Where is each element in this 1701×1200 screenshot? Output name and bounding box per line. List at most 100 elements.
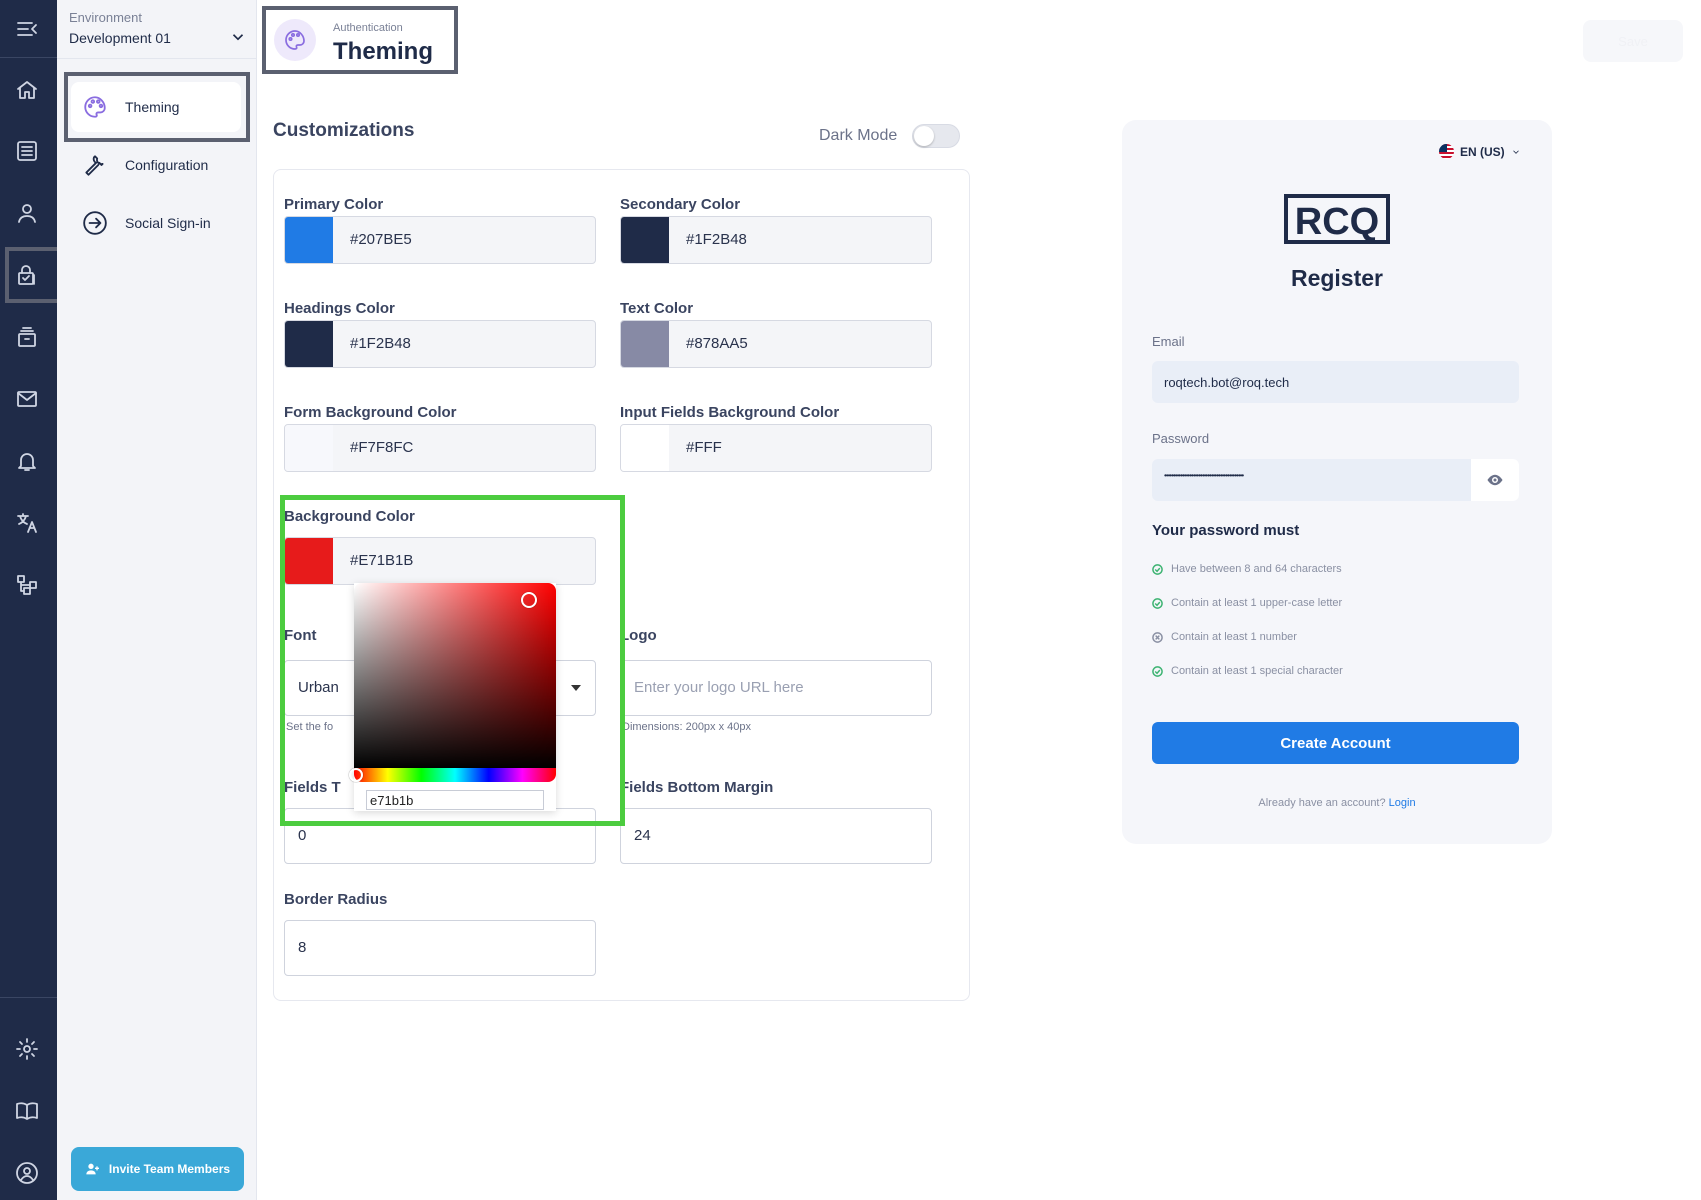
color-picker-popover[interactable]: e71b1b bbox=[349, 583, 556, 811]
email-value: roqtech.bot@roq.tech bbox=[1164, 375, 1290, 390]
invite-team-members-button[interactable]: Invite Team Members bbox=[71, 1147, 244, 1191]
text-color-label: Text Color bbox=[620, 300, 694, 317]
form-background-color-value: #F7F8FC bbox=[350, 439, 414, 456]
text-color-value: #878AA5 bbox=[686, 335, 748, 352]
palette-icon bbox=[81, 93, 109, 121]
border-radius-input[interactable]: 8 bbox=[284, 920, 596, 976]
form-background-color-label: Form Background Color bbox=[284, 404, 457, 421]
saturation-cursor[interactable] bbox=[521, 592, 537, 608]
primary-color-swatch[interactable] bbox=[285, 217, 333, 263]
password-rule: Contain at least 1 special character bbox=[1152, 665, 1343, 677]
home-icon[interactable] bbox=[12, 75, 42, 105]
account-avatar-icon[interactable] bbox=[12, 1158, 42, 1188]
login-prompt: Already have an account? Login bbox=[1258, 797, 1416, 809]
form-background-color-swatch[interactable] bbox=[285, 425, 333, 471]
dark-mode-toggle[interactable] bbox=[912, 124, 960, 148]
hue-slider[interactable] bbox=[354, 768, 556, 782]
email-label: Email bbox=[1152, 334, 1185, 349]
register-preview: EN (US) RCQ Register Email roqtech.bot@r… bbox=[1122, 120, 1552, 844]
bell-icon[interactable] bbox=[12, 446, 42, 476]
secondary-color-field[interactable]: #1F2B48 bbox=[620, 216, 932, 264]
text-color-field[interactable]: #878AA5 bbox=[620, 320, 932, 368]
translate-icon[interactable] bbox=[12, 508, 42, 538]
chevron-down-icon[interactable] bbox=[229, 28, 247, 46]
input-fields-background-color-swatch[interactable] bbox=[621, 425, 669, 471]
settings-gear-icon[interactable] bbox=[12, 1034, 42, 1064]
invite-label: Invite Team Members bbox=[108, 1162, 231, 1176]
headings-color-field[interactable]: #1F2B48 bbox=[284, 320, 596, 368]
menu-collapse-icon[interactable] bbox=[12, 14, 42, 44]
password-label: Password bbox=[1152, 431, 1210, 446]
input-fields-background-color-value: #FFF bbox=[686, 439, 722, 456]
icon-rail bbox=[0, 0, 74, 1200]
environment-label: Environment bbox=[69, 10, 142, 25]
page-header: Authentication Theming bbox=[262, 6, 458, 74]
password-rule: Have between 8 and 64 characters bbox=[1152, 563, 1342, 575]
wrench-icon bbox=[81, 151, 109, 179]
archive-icon[interactable] bbox=[12, 322, 42, 352]
subnav-item-label: Configuration bbox=[125, 157, 209, 173]
user-icon[interactable] bbox=[12, 198, 42, 228]
workflow-icon[interactable] bbox=[12, 570, 42, 600]
subnav-item-configuration[interactable]: Configuration bbox=[71, 140, 241, 190]
environment-select[interactable]: Development 01 bbox=[69, 30, 171, 46]
auth-subnav: Environment Development 01 Theming Confi… bbox=[57, 0, 257, 1200]
sign-in-arrow-icon bbox=[81, 209, 109, 237]
primary-color-label: Primary Color bbox=[284, 196, 384, 213]
register-title: Register bbox=[1290, 265, 1384, 291]
fields-top-margin-value: 0 bbox=[298, 827, 307, 844]
check-circle-icon bbox=[1152, 665, 1163, 677]
page-title: Theming bbox=[333, 38, 433, 65]
logo-url-input[interactable]: Enter your logo URL here bbox=[620, 660, 932, 716]
logo-help-text: Dimensions: 200px x 40px bbox=[622, 721, 752, 733]
password-rule: Contain at least 1 number bbox=[1152, 631, 1297, 643]
breadcrumb: Authentication bbox=[333, 22, 403, 34]
headings-color-swatch[interactable] bbox=[285, 321, 333, 367]
form-background-color-field[interactable]: #F7F8FC bbox=[284, 424, 596, 472]
input-fields-background-color-label: Input Fields Background Color bbox=[620, 404, 840, 421]
palette-icon bbox=[274, 19, 316, 61]
eye-icon bbox=[1487, 474, 1503, 486]
roq-logo: RCQ bbox=[1284, 194, 1390, 244]
secondary-color-swatch[interactable] bbox=[621, 217, 669, 263]
border-radius-label: Border Radius bbox=[284, 891, 388, 908]
subnav-item-label: Social Sign-in bbox=[125, 215, 211, 231]
logo-label: Logo bbox=[620, 627, 657, 644]
save-button[interactable]: Save bbox=[1583, 20, 1683, 62]
dark-mode-label: Dark Mode bbox=[819, 127, 898, 144]
login-link[interactable]: Login bbox=[1389, 797, 1416, 809]
authentication-lock-icon[interactable] bbox=[12, 260, 42, 290]
mail-icon[interactable] bbox=[12, 384, 42, 414]
fields-bottom-margin-value: 24 bbox=[634, 827, 651, 844]
customizations-title: Customizations bbox=[273, 120, 415, 141]
logo-url-placeholder: Enter your logo URL here bbox=[634, 679, 804, 696]
fields-bottom-margin-input[interactable]: 24 bbox=[620, 808, 932, 864]
subnav-item-label: Theming bbox=[125, 99, 180, 115]
text-color-swatch[interactable] bbox=[621, 321, 669, 367]
password-input[interactable]: ••••••••••••••••••••••••••••••••••••••••… bbox=[1152, 459, 1519, 501]
us-flag-icon bbox=[1439, 144, 1454, 159]
primary-color-value: #207BE5 bbox=[350, 231, 412, 248]
primary-color-field[interactable]: #207BE5 bbox=[284, 216, 596, 264]
x-circle-icon bbox=[1152, 631, 1163, 643]
chevron-down-icon bbox=[1512, 149, 1519, 154]
hex-input[interactable]: e71b1b bbox=[366, 790, 544, 810]
saturation-area[interactable] bbox=[354, 583, 556, 768]
input-fields-background-color-field[interactable]: #FFF bbox=[620, 424, 932, 472]
border-radius-value: 8 bbox=[298, 939, 307, 956]
check-circle-icon bbox=[1152, 563, 1163, 575]
create-account-button[interactable]: Create Account bbox=[1152, 722, 1519, 764]
docs-book-icon[interactable] bbox=[12, 1096, 42, 1126]
show-password-button[interactable] bbox=[1471, 459, 1519, 501]
secondary-color-value: #1F2B48 bbox=[686, 231, 747, 248]
password-value: ••••••••••••••••••••••••••••••••••••••••… bbox=[1164, 471, 1244, 480]
hue-slider-handle[interactable] bbox=[349, 768, 363, 782]
subnav-item-social-sign-in[interactable]: Social Sign-in bbox=[71, 198, 241, 248]
check-circle-icon bbox=[1152, 597, 1163, 609]
subnav-item-theming[interactable]: Theming bbox=[71, 82, 241, 132]
language-selector[interactable]: EN (US) bbox=[1439, 144, 1521, 159]
secondary-color-label: Secondary Color bbox=[620, 196, 741, 213]
list-icon[interactable] bbox=[12, 136, 42, 166]
language-value: EN (US) bbox=[1460, 144, 1505, 159]
email-input[interactable]: roqtech.bot@roq.tech bbox=[1152, 361, 1519, 403]
